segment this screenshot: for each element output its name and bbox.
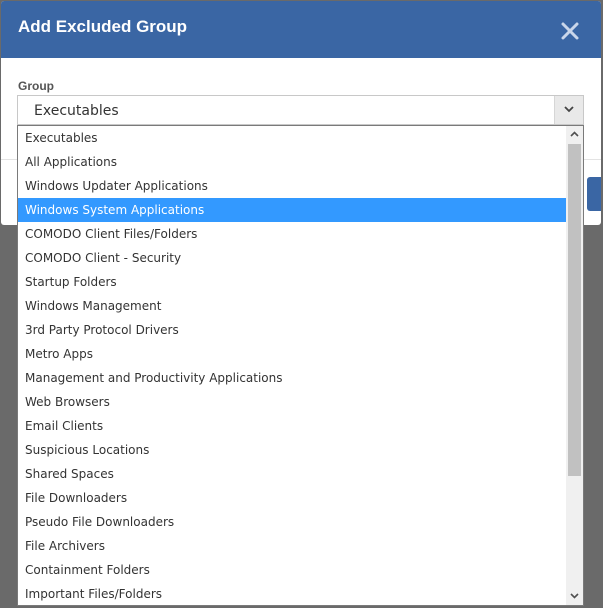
dropdown-option[interactable]: Windows System Applications: [18, 198, 566, 222]
dropdown-option[interactable]: Pseudo File Downloaders: [18, 510, 566, 534]
option-list: Executables All Applications Windows Updat…: [18, 126, 566, 605]
scroll-down-arrow-icon[interactable]: [566, 588, 583, 605]
scroll-up-arrow-icon[interactable]: [566, 126, 583, 143]
dropdown-option[interactable]: File Downloaders: [18, 486, 566, 510]
group-select[interactable]: Executables: [17, 95, 584, 125]
scrollbar-thumb[interactable]: [568, 144, 581, 476]
dropdown-option[interactable]: Containment Folders: [18, 558, 566, 582]
group-dropdown-list[interactable]: Executables All Applications Windows Updat…: [17, 125, 584, 606]
dropdown-option[interactable]: File Archivers: [18, 534, 566, 558]
dialog-title: Add Excluded Group: [18, 17, 188, 36]
dropdown-option[interactable]: Shared Spaces: [18, 462, 566, 486]
dropdown-option[interactable]: Metro Apps: [18, 342, 566, 366]
group-select-value: Executables: [34, 103, 119, 119]
dropdown-scrollbar[interactable]: [566, 126, 583, 605]
dropdown-option[interactable]: Management and Productivity Applications: [18, 366, 566, 390]
dropdown-option[interactable]: All Applications: [18, 150, 566, 174]
dropdown-option[interactable]: Important Files/Folders: [18, 582, 566, 605]
close-icon[interactable]: [559, 20, 581, 42]
dropdown-option[interactable]: Email Clients: [18, 414, 566, 438]
dropdown-option[interactable]: Windows Management: [18, 294, 566, 318]
dropdown-option[interactable]: Windows Updater Applications: [18, 174, 566, 198]
footer-button[interactable]: [587, 177, 601, 211]
group-label: Group: [18, 79, 54, 93]
dropdown-option[interactable]: Startup Folders: [18, 270, 566, 294]
dropdown-option[interactable]: Suspicious Locations: [18, 438, 566, 462]
dropdown-option[interactable]: Executables: [18, 126, 566, 150]
chevron-down-icon[interactable]: [554, 96, 583, 124]
dropdown-option[interactable]: COMODO Client Files/Folders: [18, 222, 566, 246]
dropdown-option[interactable]: Web Browsers: [18, 390, 566, 414]
dropdown-option[interactable]: COMODO Client - Security: [18, 246, 566, 270]
dropdown-option[interactable]: 3rd Party Protocol Drivers: [18, 318, 566, 342]
dialog-header: Add Excluded Group: [1, 1, 601, 58]
